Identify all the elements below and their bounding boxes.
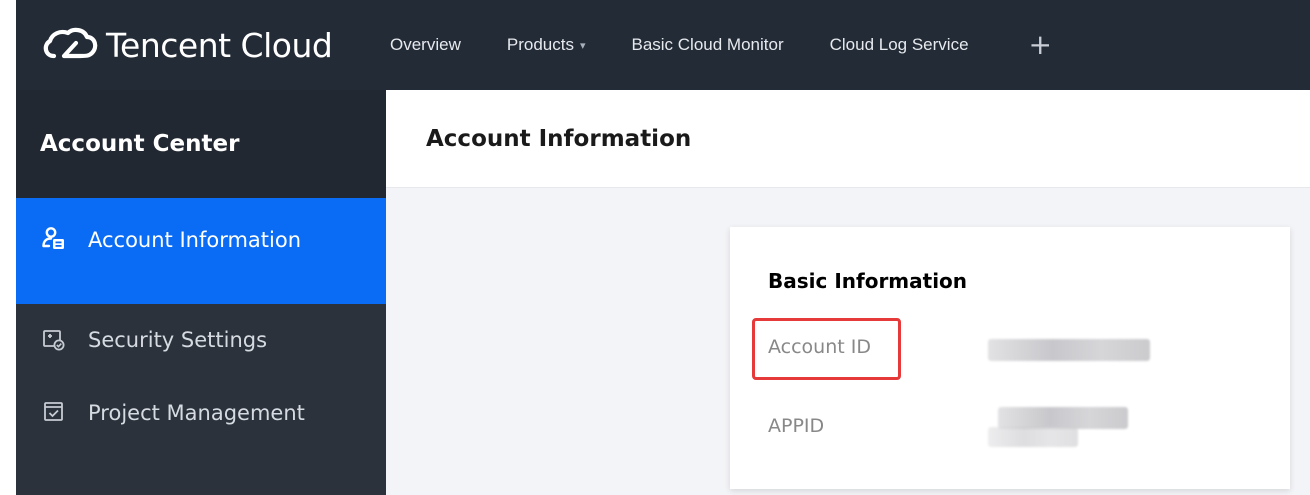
appid-value-redacted-shadow [988, 427, 1078, 447]
tencent-cloud-logo-icon [43, 27, 98, 59]
sidebar-item-security-settings[interactable]: Security Settings [16, 304, 386, 376]
nav-cloud-log-service-label: Cloud Log Service [829, 35, 969, 54]
account-id-label: Account ID [768, 336, 871, 358]
appid-label: APPID [768, 415, 825, 437]
account-info-icon [40, 225, 68, 253]
sidebar: Account Center Account Information Secur… [16, 90, 386, 495]
sidebar-item-account-information[interactable]: Account Information [16, 198, 386, 304]
account-id-value-redacted [988, 339, 1150, 361]
nav-overview-label: Overview [390, 35, 461, 54]
sidebar-title: Account Center [16, 90, 386, 198]
brand-logo[interactable]: Tencent Cloud [40, 25, 390, 65]
sidebar-item-label: Account Information [88, 228, 302, 252]
nav-overview[interactable]: Overview [390, 35, 461, 55]
sidebar-item-project-management[interactable]: Project Management [16, 376, 386, 484]
sidebar-item-label: Security Settings [88, 328, 268, 352]
top-nav: Overview Products ▾ Basic Cloud Monitor … [390, 0, 1052, 90]
nav-basic-cloud-monitor[interactable]: Basic Cloud Monitor [631, 35, 783, 55]
project-checkbox-icon [40, 398, 68, 426]
sidebar-item-label: Project Management [88, 401, 305, 425]
nav-products[interactable]: Products ▾ [507, 35, 586, 55]
top-navigation-bar: Tencent Cloud Overview Products ▾ Basic … [16, 0, 1310, 90]
brand-name: Tencent Cloud [106, 25, 333, 65]
security-shield-icon [40, 326, 68, 354]
chevron-down-icon: ▾ [579, 39, 586, 52]
nav-basic-cloud-monitor-label: Basic Cloud Monitor [631, 35, 784, 54]
add-shortcut-plus-icon[interactable]: + [1029, 31, 1052, 59]
nav-products-label: Products [506, 35, 574, 54]
card-title: Basic Information [768, 269, 968, 293]
basic-information-card: Basic Information Account ID APPID [730, 227, 1290, 489]
page-title: Account Information [386, 90, 1310, 188]
main-content: Account Information Basic Information Ac… [386, 90, 1310, 495]
appid-value-redacted [998, 407, 1128, 429]
nav-cloud-log-service[interactable]: Cloud Log Service [830, 35, 969, 55]
